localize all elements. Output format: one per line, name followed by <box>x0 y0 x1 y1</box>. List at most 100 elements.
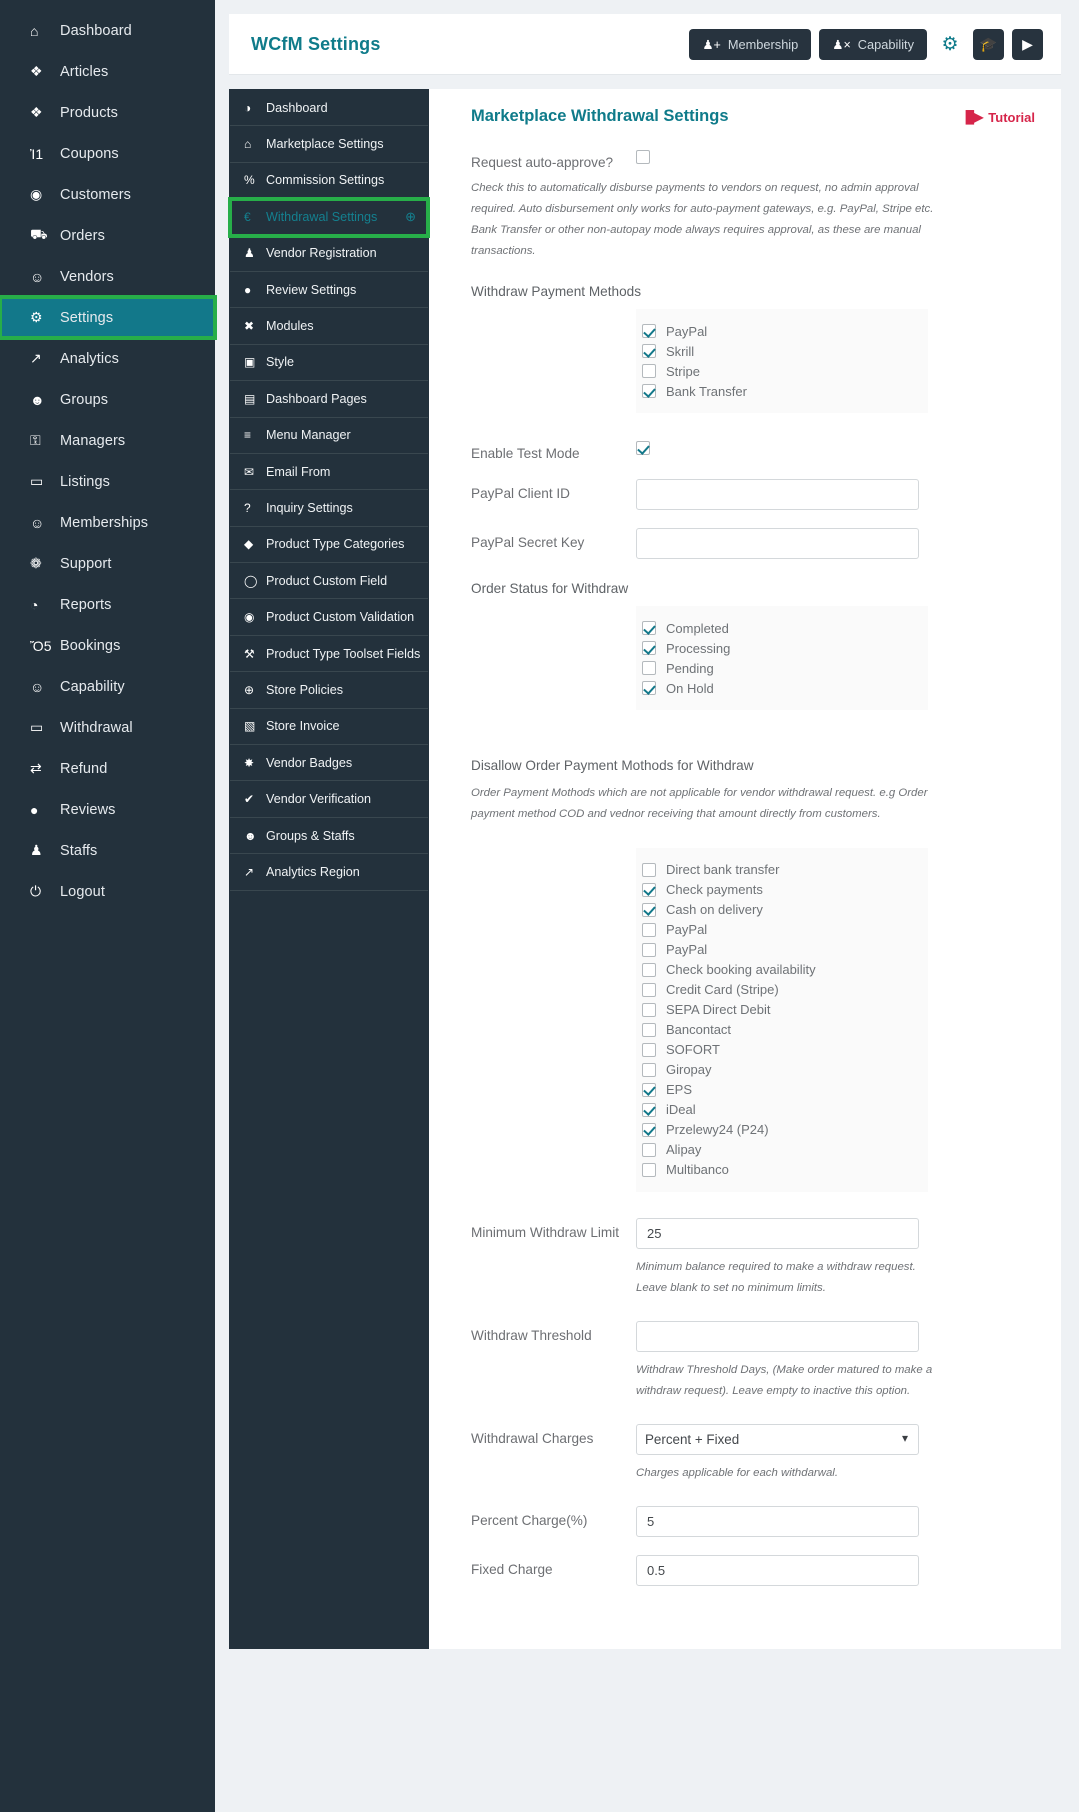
checkbox-bancontact[interactable] <box>642 1022 656 1037</box>
checkbox-row[interactable]: Giropay <box>636 1060 928 1080</box>
membership-button[interactable]: ♟+ Membership <box>689 28 812 60</box>
tab-product-type-toolset-fields[interactable]: ⚒ Product Type Toolset Fields <box>230 636 428 673</box>
video-camera-icon[interactable]: ▶ <box>1012 28 1043 60</box>
checkbox-paypal[interactable] <box>642 324 656 339</box>
checkbox-row[interactable]: Credit Card (Stripe) <box>636 980 928 1000</box>
checkbox-row[interactable]: PayPal <box>636 321 928 341</box>
checkbox-row[interactable]: Check booking availability <box>636 960 928 980</box>
checkbox-eps[interactable] <box>642 1082 656 1097</box>
gear-icon[interactable]: ⚙ <box>935 29 965 60</box>
sidebar-item-withdrawal[interactable]: ▭ Withdrawal <box>0 707 215 748</box>
checkbox-przelewy24-p24-[interactable] <box>642 1122 656 1137</box>
checkbox-sofort[interactable] <box>642 1042 656 1057</box>
checkbox-row[interactable]: Bancontact <box>636 1020 928 1040</box>
sidebar-item-settings[interactable]: ⚙ Settings <box>0 295 217 340</box>
sidebar-item-capability[interactable]: ☺ Capability <box>0 666 215 707</box>
tab-dashboard-pages[interactable]: ▤ Dashboard Pages <box>230 381 428 418</box>
tab-product-custom-field[interactable]: ◯ Product Custom Field <box>230 563 428 600</box>
checkbox-check-payments[interactable] <box>642 882 656 897</box>
checkbox-row[interactable]: Bank Transfer <box>636 381 928 401</box>
sidebar-item-memberships[interactable]: ☺ Memberships <box>0 502 215 543</box>
tab-store-invoice[interactable]: ▧ Store Invoice <box>230 709 428 746</box>
sidebar-item-listings[interactable]: ▭ Listings <box>0 461 215 502</box>
tab-review-settings[interactable]: ● Review Settings <box>230 272 428 309</box>
sidebar-item-products[interactable]: ❖ Products <box>0 92 215 133</box>
checkbox-ideal[interactable] <box>642 1102 656 1117</box>
checkbox-row[interactable]: Multibanco <box>636 1160 928 1180</box>
sidebar-item-managers[interactable]: ⚿ Managers <box>0 420 215 461</box>
tab-analytics-region[interactable]: ↗ Analytics Region <box>230 854 428 891</box>
sidebar-item-reports[interactable]: ◔ Reports <box>0 584 215 625</box>
checkbox-row[interactable]: Completed <box>636 618 928 638</box>
sidebar-item-logout[interactable]: ⏻ Logout <box>0 871 215 912</box>
percent-charge-input[interactable] <box>636 1506 919 1538</box>
sidebar-item-groups[interactable]: ☻ Groups <box>0 379 215 420</box>
tab-withdrawal-settings[interactable]: € Withdrawal Settings ⊕ <box>228 197 430 238</box>
checkbox-row[interactable]: Przelewy24 (P24) <box>636 1120 928 1140</box>
tab-menu-manager[interactable]: ≡ Menu Manager <box>230 418 428 454</box>
checkbox-row[interactable]: PayPal <box>636 940 928 960</box>
tab-vendor-badges[interactable]: ✸ Vendor Badges <box>230 745 428 782</box>
auto-approve-checkbox[interactable] <box>636 149 650 164</box>
capability-button[interactable]: ♟× Capability <box>819 28 927 60</box>
checkbox-row[interactable]: EPS <box>636 1080 928 1100</box>
graduation-cap-icon[interactable]: 🎓 <box>973 28 1004 60</box>
tab-product-type-categories[interactable]: ◆ Product Type Categories <box>230 527 428 564</box>
tab-vendor-verification[interactable]: ✔ Vendor Verification <box>230 781 428 818</box>
checkbox-row[interactable]: SOFORT <box>636 1040 928 1060</box>
checkbox-row[interactable]: SEPA Direct Debit <box>636 1000 928 1020</box>
checkbox-multibanco[interactable] <box>642 1162 656 1177</box>
checkbox-row[interactable]: iDeal <box>636 1100 928 1120</box>
sidebar-item-support[interactable]: ❁ Support <box>0 543 215 584</box>
checkbox-row[interactable]: PayPal <box>636 920 928 940</box>
tab-email-from[interactable]: ✉ Email From <box>230 454 428 491</box>
fixed-charge-input[interactable] <box>636 1555 919 1587</box>
paypal-client-id-input[interactable] <box>636 479 919 511</box>
sidebar-item-coupons[interactable]: Ἰ1 Coupons <box>0 133 215 174</box>
checkbox-stripe[interactable] <box>642 364 656 379</box>
tab-modules[interactable]: ✖ Modules <box>230 308 428 345</box>
checkbox-skrill[interactable] <box>642 344 656 359</box>
checkbox-row[interactable]: Direct bank transfer <box>636 860 928 880</box>
checkbox-paypal[interactable] <box>642 922 656 937</box>
sidebar-item-analytics[interactable]: ↗ Analytics <box>0 338 215 379</box>
checkbox-paypal[interactable] <box>642 942 656 957</box>
checkbox-credit-card-stripe-[interactable] <box>642 982 656 997</box>
checkbox-completed[interactable] <box>642 621 656 636</box>
checkbox-row[interactable]: Check payments <box>636 880 928 900</box>
sidebar-item-reviews[interactable]: ● Reviews <box>0 789 215 830</box>
tab-inquiry-settings[interactable]: ? Inquiry Settings <box>230 490 428 527</box>
sidebar-item-refund[interactable]: ⇄ Refund <box>0 748 215 789</box>
sidebar-item-bookings[interactable]: Ὄ5 Bookings <box>0 625 215 666</box>
withdraw-threshold-input[interactable] <box>636 1320 919 1352</box>
tab-product-custom-validation[interactable]: ◉ Product Custom Validation <box>230 599 428 636</box>
checkbox-processing[interactable] <box>642 641 656 656</box>
sidebar-item-customers[interactable]: ◉ Customers <box>0 174 215 215</box>
tab-groups-staffs[interactable]: ☻ Groups & Staffs <box>230 818 428 855</box>
tutorial-link[interactable]: █▶ Tutorial <box>966 110 1035 125</box>
paypal-secret-key-input[interactable] <box>636 528 919 560</box>
checkbox-row[interactable]: Skrill <box>636 341 928 361</box>
checkbox-row[interactable]: Pending <box>636 658 928 678</box>
tab-dashboard[interactable]: ◑ Dashboard <box>230 90 428 127</box>
checkbox-row[interactable]: Cash on delivery <box>636 900 928 920</box>
tab-store-policies[interactable]: ⊕ Store Policies <box>230 672 428 709</box>
checkbox-row[interactable]: Stripe <box>636 361 928 381</box>
checkbox-pending[interactable] <box>642 661 656 676</box>
checkbox-direct-bank-transfer[interactable] <box>642 862 656 877</box>
checkbox-on-hold[interactable] <box>642 681 656 696</box>
checkbox-cash-on-delivery[interactable] <box>642 902 656 917</box>
sidebar-item-orders[interactable]: ⛟ Orders <box>0 215 215 256</box>
tab-vendor-registration[interactable]: ♟ Vendor Registration <box>230 236 428 272</box>
sidebar-item-dashboard[interactable]: ⌂ Dashboard <box>0 10 215 51</box>
checkbox-row[interactable]: Processing <box>636 638 928 658</box>
test-mode-checkbox[interactable] <box>636 441 650 456</box>
checkbox-row[interactable]: On Hold <box>636 678 928 698</box>
checkbox-check-booking-availability[interactable] <box>642 962 656 977</box>
sidebar-item-staffs[interactable]: ♟ Staffs <box>0 830 215 871</box>
sidebar-item-vendors[interactable]: ☺ Vendors <box>0 256 215 297</box>
sidebar-item-articles[interactable]: ❖ Articles <box>0 51 215 92</box>
checkbox-row[interactable]: Alipay <box>636 1140 928 1160</box>
checkbox-giropay[interactable] <box>642 1062 656 1077</box>
checkbox-alipay[interactable] <box>642 1142 656 1157</box>
